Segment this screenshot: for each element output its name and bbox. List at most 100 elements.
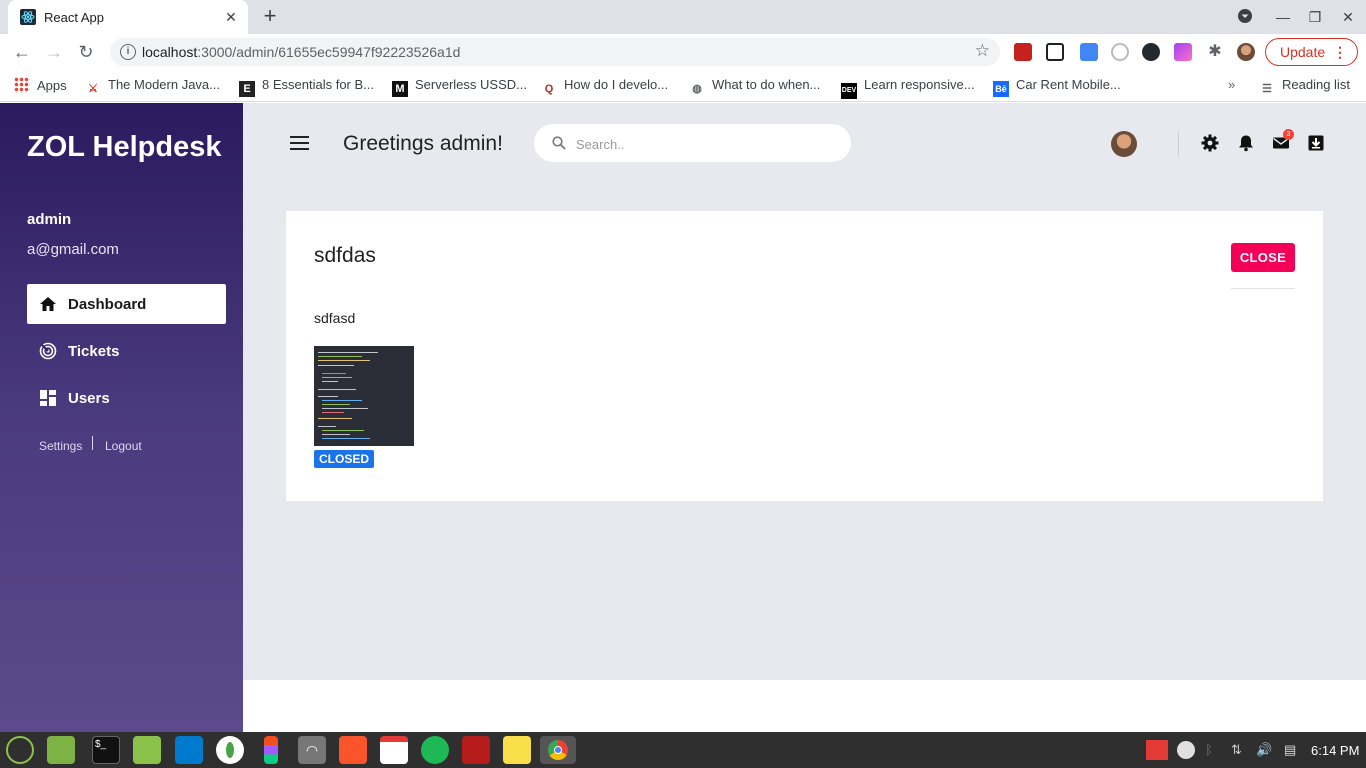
github-icon[interactable] — [1142, 43, 1160, 61]
url-text: localhost:3000/admin/61655ec59947f922235… — [142, 44, 460, 60]
mongodb-icon[interactable] — [216, 736, 244, 764]
behance-icon: Bē — [993, 81, 1009, 97]
menu-toggle-icon[interactable] — [290, 136, 309, 154]
bookmark-item[interactable]: M Serverless USSD... — [392, 77, 527, 97]
bookmark-item[interactable]: Bē Car Rent Mobile... — [993, 77, 1121, 97]
extensions-puzzle-icon[interactable]: ✱ — [1206, 43, 1224, 61]
bookmark-item[interactable]: ◍ What to do when... — [689, 77, 820, 97]
os-taskbar: $_ ◠ ᛒ ⇅ 🔊 ▤ 6:14 PM — [0, 732, 1366, 768]
apps-grid-icon — [14, 77, 30, 93]
sidebar-item-label: Dashboard — [68, 296, 147, 313]
search-input[interactable] — [576, 134, 836, 154]
reading-list-label: Reading list — [1282, 77, 1350, 92]
bookmark-star-icon[interactable]: ☆ — [975, 41, 990, 61]
bookmark-item[interactable]: ⚔ The Modern Java... — [85, 77, 220, 97]
bookmark-item[interactable]: E 8 Essentials for B... — [239, 77, 374, 97]
extension-purple-icon[interactable] — [1174, 43, 1192, 61]
bell-icon[interactable] — [1237, 134, 1255, 152]
gear-icon[interactable] — [1201, 134, 1219, 152]
extension-blue-icon[interactable] — [1080, 43, 1098, 61]
sidebar-item-label: Tickets — [68, 343, 120, 360]
browser-tabstrip: React App ✕ + — ❐ ✕ — [0, 0, 1366, 34]
profile-avatar-icon[interactable] — [1237, 43, 1255, 61]
file-manager-icon[interactable] — [133, 736, 161, 764]
sidebar-item-tickets[interactable]: Tickets — [27, 331, 226, 371]
mendeley-icon[interactable] — [462, 736, 490, 764]
site-info-icon[interactable]: i — [120, 44, 136, 60]
search-icon — [552, 136, 566, 150]
e-logo-icon: E — [239, 81, 255, 97]
sticky-notes-icon[interactable] — [503, 736, 531, 764]
volume-icon[interactable]: 🔊 — [1256, 742, 1272, 758]
bookmarks-bar: Apps ⚔ The Modern Java... E 8 Essentials f… — [0, 70, 1366, 102]
divider — [1231, 288, 1295, 289]
quora-icon: Q — [544, 83, 554, 95]
bookmark-label: What to do when... — [712, 77, 821, 92]
ninja-icon: ⚔ — [88, 83, 98, 95]
logout-link[interactable]: Logout — [105, 439, 142, 453]
home-icon — [40, 297, 56, 311]
bookmark-label: 8 Essentials for B... — [262, 77, 374, 92]
search-box — [534, 124, 851, 162]
reload-icon[interactable]: ↻ — [74, 40, 98, 64]
sidebar-item-label: Users — [68, 390, 110, 407]
extension-circle-icon[interactable] — [1111, 43, 1129, 61]
reading-list-icon: ☰ — [1262, 83, 1272, 95]
network-tray-icon[interactable]: ⇅ — [1231, 742, 1247, 758]
close-ticket-button[interactable]: CLOSE — [1231, 243, 1295, 272]
bookmark-label: Car Rent Mobile... — [1016, 77, 1121, 92]
network-icon[interactable]: ◠ — [298, 736, 326, 764]
url-host: localhost — [142, 44, 198, 60]
url-path: :3000/admin/61655ec59947f92223526a1d — [197, 44, 461, 60]
bluetooth-icon[interactable]: ᛒ — [1205, 742, 1221, 758]
browser-tab[interactable]: React App ✕ — [8, 0, 248, 34]
footer-divider — [92, 436, 93, 450]
settings-link[interactable]: Settings — [39, 439, 82, 453]
brave-icon[interactable] — [339, 736, 367, 764]
back-icon[interactable]: ← — [10, 40, 34, 64]
bookmarks-overflow-icon[interactable]: » — [1228, 77, 1235, 92]
anydesk-icon[interactable] — [1146, 740, 1168, 760]
page-footer-area — [243, 680, 1366, 732]
maximize-icon[interactable]: ❐ — [1306, 8, 1324, 26]
show-desktop-icon[interactable] — [47, 736, 75, 764]
update-button[interactable]: Update ⋮ — [1265, 38, 1358, 66]
reading-list-button[interactable]: ☰ Reading list — [1259, 77, 1350, 97]
ticket-description: sdfasd — [314, 310, 356, 326]
sidebar: ZOL Helpdesk admin a@gmail.com Dashboard… — [0, 103, 243, 732]
download-icon[interactable] — [1307, 134, 1325, 152]
tab-search-icon[interactable] — [1236, 8, 1254, 26]
dev-icon: DEV — [841, 83, 857, 99]
globe-icon: ◍ — [692, 83, 702, 95]
system-clock[interactable]: 6:14 PM — [1311, 743, 1359, 758]
bookmark-label: Serverless USSD... — [415, 77, 527, 92]
forward-icon[interactable]: → — [42, 40, 66, 64]
new-tab-icon[interactable]: + — [258, 5, 282, 29]
main-content: Greetings admin! 3 sdfdas CLOSE sdfasd — [243, 103, 1366, 680]
bookmark-item[interactable]: DEV Learn responsive... — [841, 77, 975, 99]
chrome-taskbar-button[interactable] — [540, 736, 576, 764]
address-bar[interactable]: i localhost:3000/admin/61655ec59947f9222… — [110, 38, 1000, 66]
sidebar-item-dashboard[interactable]: Dashboard — [27, 284, 226, 324]
ticket-attachment-image[interactable] — [314, 346, 414, 446]
bookmark-apps[interactable]: Apps — [14, 77, 67, 93]
bookmark-label: Apps — [37, 78, 67, 93]
tab-close-icon[interactable]: ✕ — [222, 8, 240, 26]
sidebar-item-users[interactable]: Users — [27, 378, 226, 418]
calendar-icon[interactable] — [380, 736, 408, 764]
clipboard-icon[interactable]: ▤ — [1284, 742, 1300, 758]
terminal-icon[interactable]: $_ — [92, 736, 120, 764]
timer-icon[interactable] — [1177, 741, 1195, 759]
vscode-icon[interactable] — [175, 736, 203, 764]
dashboard-grid-icon — [40, 390, 56, 406]
extension-red-icon[interactable] — [1014, 43, 1032, 61]
mint-menu-icon[interactable] — [6, 736, 34, 764]
minimize-icon[interactable]: — — [1274, 8, 1292, 26]
ticket-card: sdfdas CLOSE sdfasd CLOSED — [286, 211, 1323, 501]
window-close-icon[interactable]: ✕ — [1339, 8, 1357, 26]
extension-bracket-icon[interactable] — [1046, 43, 1064, 61]
bookmark-item[interactable]: Q How do I develo... — [541, 77, 668, 97]
figma-icon[interactable] — [264, 736, 278, 764]
spotify-icon[interactable] — [421, 736, 449, 764]
user-avatar[interactable] — [1111, 131, 1137, 157]
